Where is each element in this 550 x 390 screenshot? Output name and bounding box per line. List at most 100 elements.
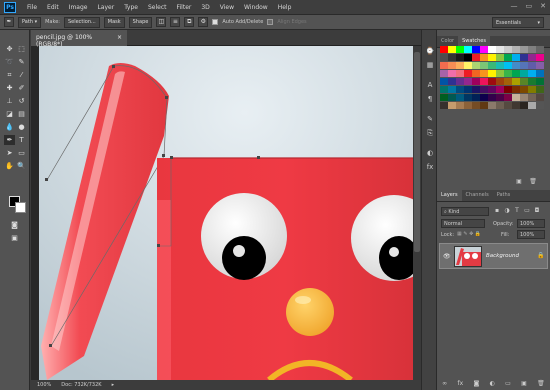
layer-row[interactable]: 👁 Background 🔒 [439, 243, 548, 269]
swatch[interactable] [456, 46, 464, 53]
swatch[interactable] [480, 46, 488, 53]
swatch[interactable] [464, 70, 472, 77]
blur-tool-icon[interactable]: 💧 [4, 122, 15, 132]
swatch[interactable] [456, 54, 464, 61]
fill-field[interactable]: 100% [517, 230, 545, 239]
swatch[interactable] [528, 94, 536, 101]
swatch[interactable] [496, 70, 504, 77]
link-layers-icon[interactable]: ∞ [442, 380, 447, 387]
swatch[interactable] [504, 94, 512, 101]
crop-tool-icon[interactable]: ⌗ [4, 70, 15, 80]
swatch[interactable] [440, 94, 448, 101]
swatch[interactable] [504, 102, 512, 109]
swatch[interactable] [440, 70, 448, 77]
swatch[interactable] [528, 70, 536, 77]
swatch[interactable] [456, 102, 464, 109]
swatch[interactable] [504, 70, 512, 77]
close-tab-icon[interactable]: × [117, 34, 122, 42]
new-group-icon[interactable]: ▭ [505, 380, 511, 387]
layer-style-icon[interactable]: fx [457, 380, 463, 387]
filter-pixel-icon[interactable]: ▪ [493, 207, 501, 215]
auto-add-delete-checkbox[interactable] [212, 19, 219, 25]
swatch[interactable] [512, 54, 520, 61]
mask-button[interactable]: Mask [103, 16, 125, 28]
swatch[interactable] [488, 102, 496, 109]
swatch[interactable] [464, 62, 472, 69]
swatch[interactable] [520, 70, 528, 77]
swatch[interactable] [528, 62, 536, 69]
swatch[interactable] [520, 94, 528, 101]
menu-file[interactable]: File [22, 4, 42, 11]
swatch[interactable] [480, 86, 488, 93]
filter-type-icon[interactable]: T [513, 207, 521, 215]
gear-icon[interactable]: ⚙ [198, 17, 209, 27]
maximize-button[interactable]: ▭ [526, 2, 533, 10]
rectangle-tool-icon[interactable]: ▭ [16, 148, 27, 158]
eyedropper-tool-icon[interactable]: ⁄ [16, 70, 27, 80]
clone-stamp-tool-icon[interactable]: ⊥ [4, 96, 15, 106]
swatch[interactable] [520, 46, 528, 53]
document-tab[interactable]: pencil.jpg @ 100% (RGB/8*) × [31, 30, 127, 48]
path-selection-tool-icon[interactable]: ➤ [4, 148, 15, 158]
path-operations-icon[interactable]: ◫ [156, 17, 167, 27]
swatch[interactable] [512, 62, 520, 69]
swatch[interactable] [520, 78, 528, 85]
swatch[interactable] [504, 78, 512, 85]
swatch[interactable] [520, 102, 528, 109]
brush-tool-icon[interactable]: ✐ [16, 83, 27, 93]
adjustments-panel-icon[interactable]: ◐ [425, 148, 435, 158]
pen-tool-icon[interactable]: ✒ [4, 135, 15, 145]
image-canvas[interactable] [39, 46, 413, 380]
swatch[interactable] [456, 70, 464, 77]
swatch[interactable] [472, 78, 480, 85]
quick-selection-tool-icon[interactable]: ✎ [16, 57, 27, 67]
swatch[interactable] [520, 54, 528, 61]
minimize-button[interactable]: — [511, 2, 518, 10]
styles-panel-icon[interactable]: fx [425, 162, 435, 172]
swatch[interactable] [488, 94, 496, 101]
blend-mode-dropdown[interactable]: Normal [441, 219, 485, 228]
swatch[interactable] [496, 86, 504, 93]
menu-window[interactable]: Window [239, 4, 273, 11]
swatch[interactable] [536, 70, 544, 77]
menu-image[interactable]: Image [64, 4, 93, 11]
history-panel-icon[interactable]: ⌚ [425, 46, 435, 56]
eye-icon[interactable]: 👁 [443, 253, 451, 260]
swatch[interactable] [512, 102, 520, 109]
swatch[interactable] [480, 54, 488, 61]
swatch[interactable] [456, 94, 464, 101]
swatch[interactable] [464, 86, 472, 93]
swatch[interactable] [456, 86, 464, 93]
swatch[interactable] [448, 102, 456, 109]
path-alignment-icon[interactable]: ≡ [170, 17, 181, 27]
tab-paths[interactable]: Paths [493, 190, 515, 201]
swatch[interactable] [464, 46, 472, 53]
swatch[interactable] [504, 86, 512, 93]
swatch[interactable] [536, 78, 544, 85]
swatch[interactable] [528, 86, 536, 93]
screen-mode-icon[interactable]: ▣ [9, 233, 20, 243]
swatch[interactable] [480, 78, 488, 85]
swatch[interactable] [528, 46, 536, 53]
align-edges-checkbox[interactable] [267, 19, 274, 25]
path-mode-dropdown[interactable]: Path ▾ [18, 16, 42, 28]
swatch[interactable] [440, 86, 448, 93]
swatch[interactable] [448, 94, 456, 101]
swatch[interactable] [496, 102, 504, 109]
new-swatch-icon[interactable]: ▣ [515, 178, 523, 186]
swatch[interactable] [472, 94, 480, 101]
swatch[interactable] [440, 46, 448, 53]
brush-panel-icon[interactable]: ✎ [425, 114, 435, 124]
trash-icon[interactable]: 🗑 [529, 178, 537, 186]
menu-3d[interactable]: 3D [196, 4, 214, 11]
opacity-field[interactable]: 100% [517, 219, 545, 228]
menu-edit[interactable]: Edit [42, 4, 64, 11]
swatch[interactable] [480, 70, 488, 77]
swatch[interactable] [472, 54, 480, 61]
move-tool-icon[interactable]: ✥ [4, 44, 15, 54]
swatch[interactable] [480, 62, 488, 69]
swatch[interactable] [528, 102, 536, 109]
menu-select[interactable]: Select [143, 4, 172, 11]
swatch[interactable] [504, 62, 512, 69]
swatch[interactable] [448, 86, 456, 93]
